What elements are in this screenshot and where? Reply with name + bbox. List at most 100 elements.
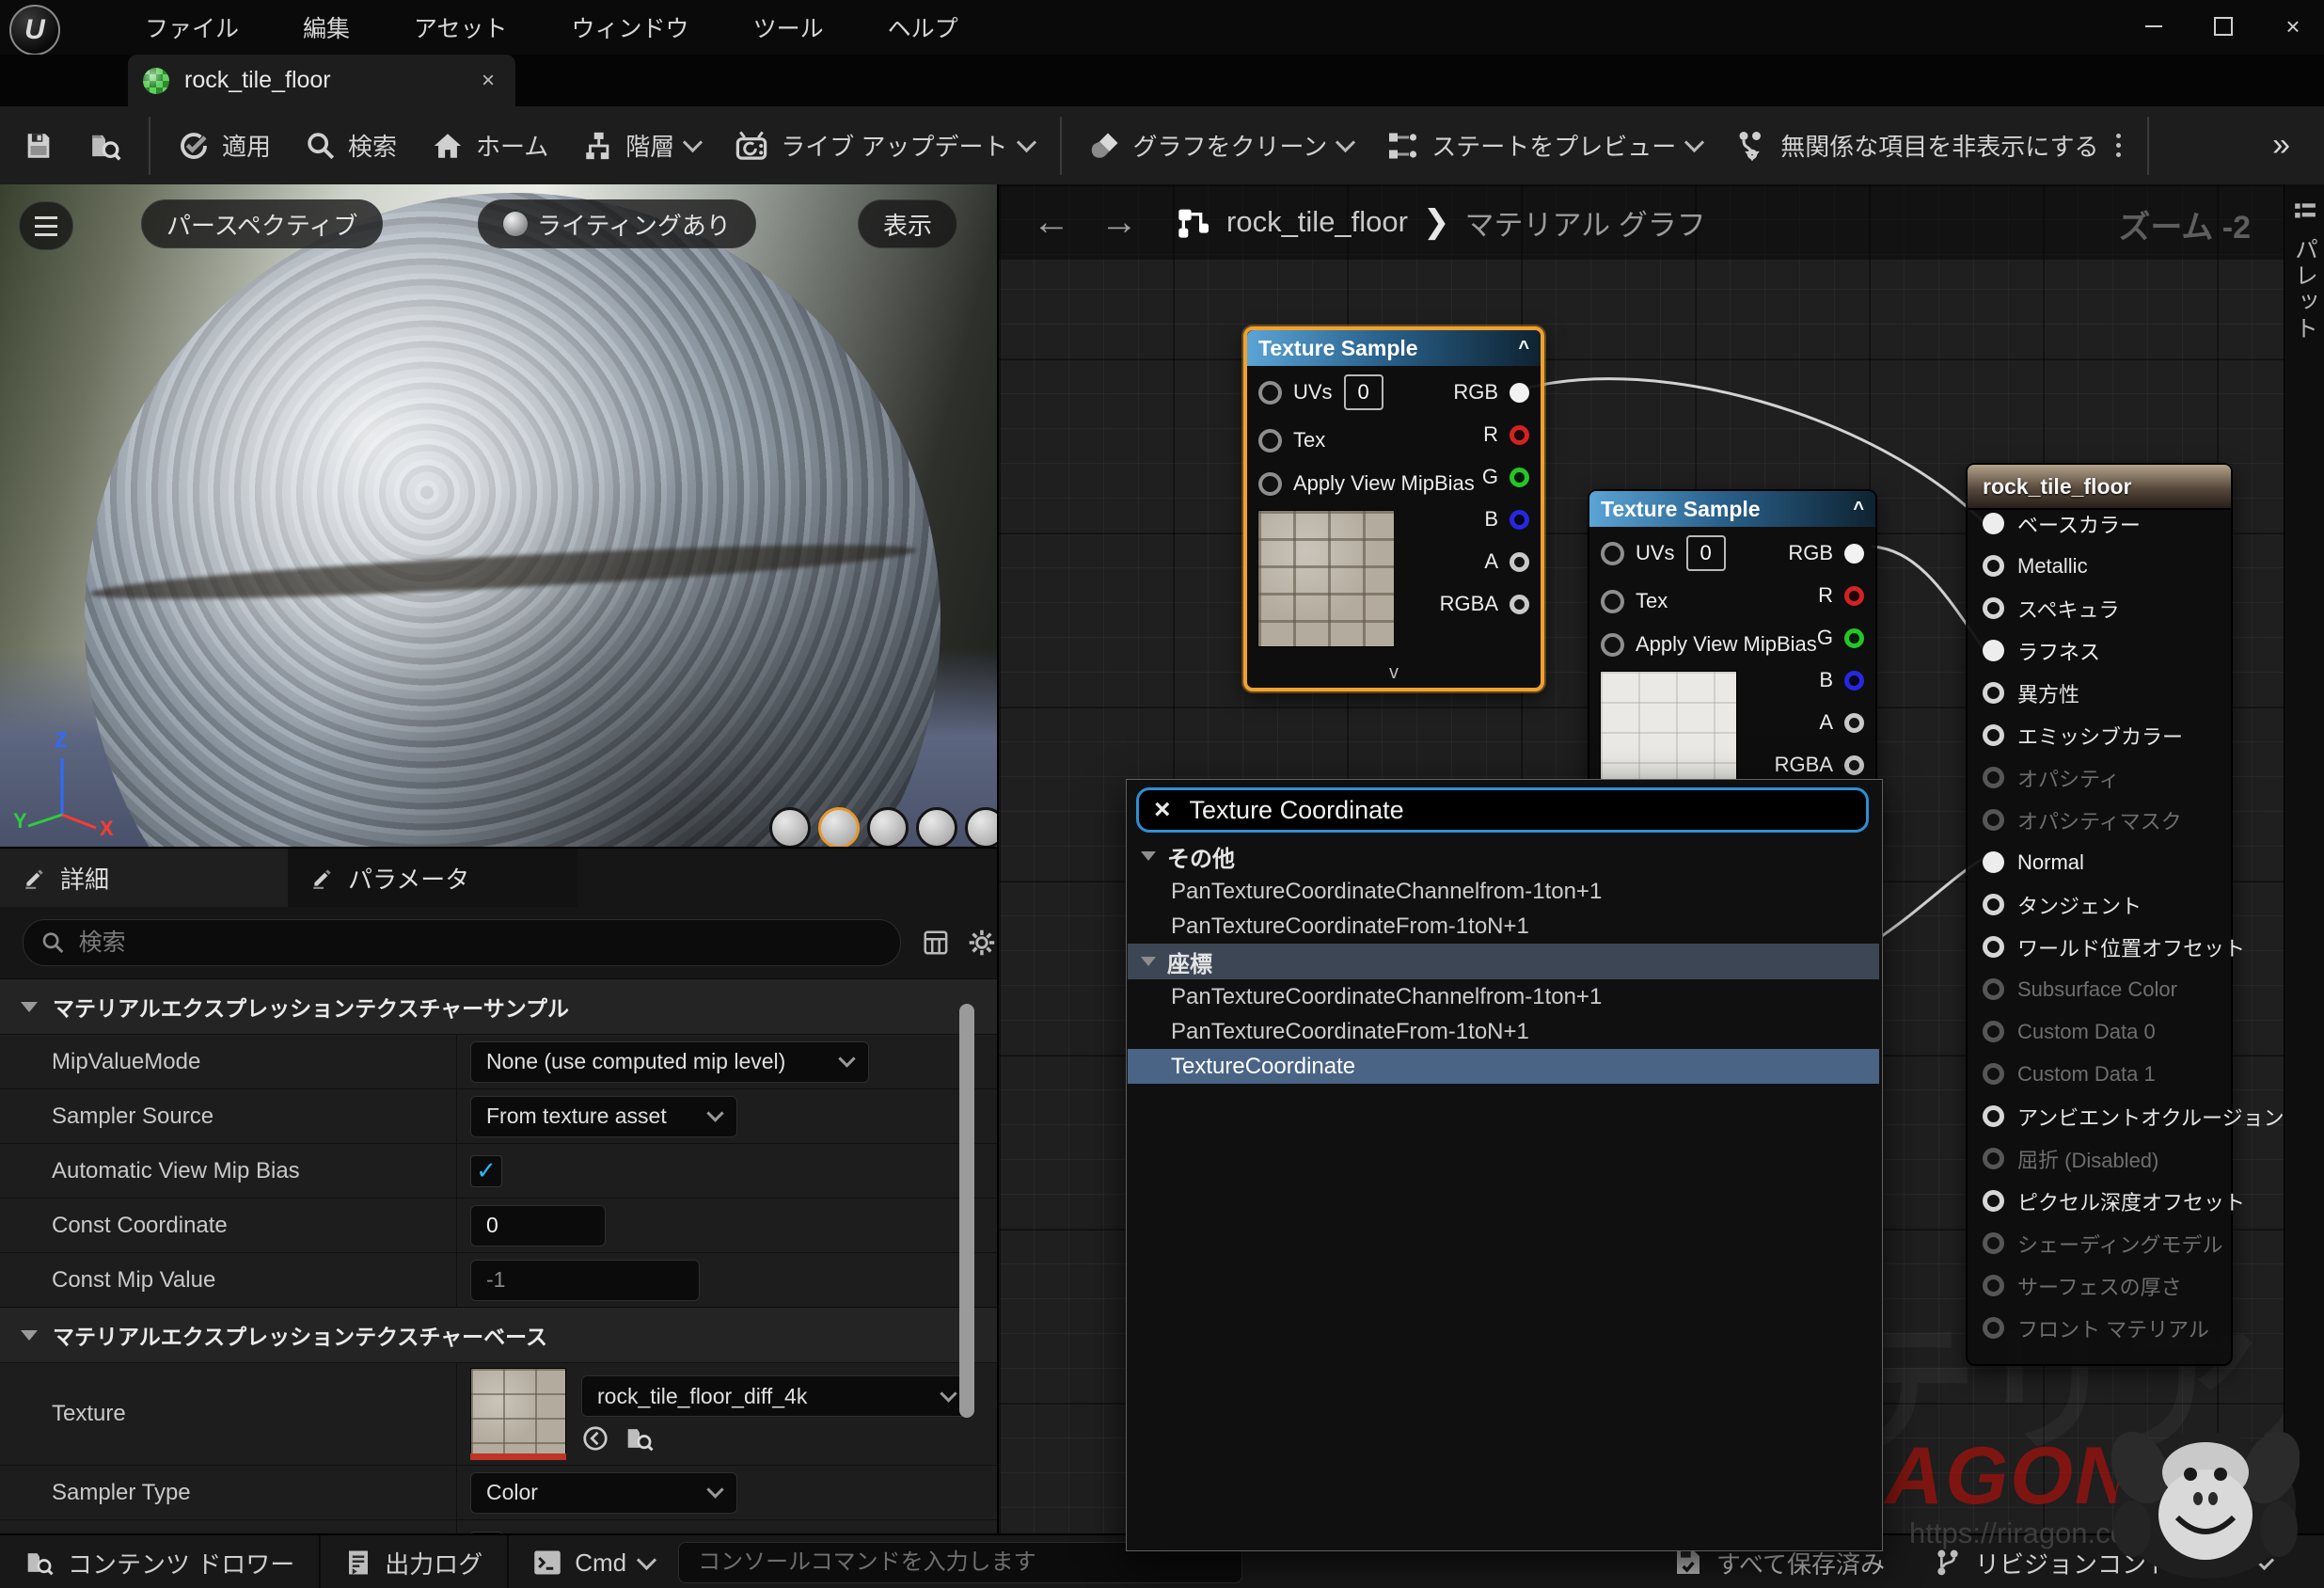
breadcrumb-asset[interactable]: rock_tile_floor [1226, 205, 1408, 239]
menu-edit[interactable]: 編集 [271, 0, 382, 55]
material-pin-roughness[interactable]: ラフネス [1983, 629, 2218, 672]
tab-close-icon[interactable]: × [482, 68, 495, 94]
list-item[interactable]: PanTextureCoordinateChannelfrom-1ton+1 [1128, 979, 1879, 1014]
hide-unrelated-button[interactable]: 無関係な項目を非表示にする [1718, 106, 2137, 184]
pin-rgb-out[interactable]: RGB [1788, 536, 1864, 570]
maximize-button[interactable] [2202, 8, 2245, 45]
pin-g-out[interactable]: G [1482, 460, 1529, 494]
details-search-box[interactable] [23, 919, 901, 966]
pin-a-out[interactable]: A [1484, 545, 1529, 579]
pin-g-out[interactable]: G [1817, 621, 1864, 655]
menu-file[interactable]: ファイル [113, 0, 271, 55]
collapse-icon[interactable]: ^ [1853, 499, 1864, 520]
viewport-menu-button[interactable] [19, 201, 73, 250]
list-item[interactable]: PanTextureCoordinateFrom-1toN+1 [1128, 909, 1879, 944]
pin-rgba-out[interactable]: RGBA [1440, 587, 1529, 621]
material-pin-base-color[interactable]: ベースカラー [1983, 502, 2218, 545]
material-pin-world-position-offset[interactable]: ワールド位置オフセット [1983, 926, 2218, 968]
material-pin-pixel-depth-offset[interactable]: ピクセル深度オフセット [1983, 1180, 2218, 1222]
material-pin-specular[interactable]: スペキュラ [1983, 587, 2218, 629]
close-button[interactable]: × [2271, 8, 2315, 45]
list-item[interactable]: PanTextureCoordinateFrom-1toN+1 [1128, 1014, 1879, 1049]
palette-side-tab[interactable]: パレット [2284, 184, 2324, 1533]
popup-search-field[interactable]: × [1136, 787, 1869, 833]
pin-uvs[interactable]: UVs 0 [1258, 375, 1383, 409]
pin-tex[interactable]: Tex [1601, 584, 1668, 618]
preview-viewport[interactable]: パースペクティブ ライティングあり 表示 Z Y X [0, 184, 997, 847]
pin-a-out[interactable]: A [1819, 706, 1864, 739]
pin-r-out[interactable]: R [1483, 418, 1529, 452]
sampler-source-dropdown[interactable]: From texture asset [470, 1096, 737, 1137]
tab-rock-tile-floor[interactable]: rock_tile_floor × [128, 55, 515, 106]
uvs-value-box[interactable]: 0 [1686, 535, 1726, 571]
unreal-logo-icon[interactable]: U [9, 5, 60, 56]
material-pin-ambient-occlusion[interactable]: アンビエントオクルージョン [1983, 1095, 2218, 1137]
shape-cylinder-button[interactable] [769, 807, 811, 847]
pin-b-out[interactable]: B [1819, 663, 1864, 697]
node-header[interactable]: Texture Sample ^ [1589, 491, 1875, 527]
const-coordinate-input[interactable]: 0 [470, 1205, 606, 1247]
section-texture-sample[interactable]: マテリアルエクスプレッションテクスチャーサンプル [0, 978, 997, 1034]
group-other[interactable]: その他 [1128, 838, 1879, 874]
display-filter-icon[interactable] [922, 929, 950, 957]
const-mip-value-input[interactable]: -1 [470, 1260, 700, 1301]
pin-apply-view-mipbias[interactable]: Apply View MipBias [1258, 467, 1475, 500]
menu-asset[interactable]: アセット [382, 0, 540, 55]
hierarchy-button[interactable]: 階層 [565, 106, 717, 184]
material-pin-tangent[interactable]: タンジェント [1983, 883, 2218, 926]
toolbar-overflow-button[interactable]: » [2255, 106, 2307, 184]
shape-plane-button[interactable] [867, 807, 909, 847]
node-header[interactable]: Texture Sample ^ [1247, 330, 1541, 366]
output-log-button[interactable]: 出力ログ [321, 1535, 509, 1588]
cmd-dropdown[interactable]: Cmd [509, 1535, 678, 1588]
save-button[interactable] [0, 106, 71, 184]
browse-to-asset-icon[interactable] [624, 1424, 655, 1453]
details-scrollbar[interactable] [959, 1004, 974, 1418]
pin-tex[interactable]: Tex [1258, 423, 1325, 457]
minimize-button[interactable] [2132, 8, 2175, 45]
tab-details[interactable]: 詳細 × [0, 849, 329, 907]
details-search-input[interactable] [77, 929, 884, 958]
shape-custom-mesh-button[interactable] [965, 807, 997, 847]
show-button[interactable]: 表示 [858, 199, 957, 248]
preview-state-button[interactable]: ステートをプレビュー [1369, 106, 1718, 184]
pin-r-out[interactable]: R [1818, 579, 1864, 612]
shape-sphere-button[interactable] [818, 807, 860, 847]
section-texture-base[interactable]: マテリアルエクスプレッションテクスチャーベース [0, 1307, 997, 1362]
live-update-button[interactable]: ライブ アップデート [717, 106, 1050, 184]
content-drawer-button[interactable]: コンテンツ ドロワー [0, 1535, 321, 1588]
tab-parameters[interactable]: パラメータ [288, 849, 577, 907]
clean-graph-button[interactable]: グラフをクリーン [1071, 106, 1370, 184]
home-button[interactable]: ホーム [414, 106, 565, 184]
menu-help[interactable]: ヘルプ [856, 0, 990, 55]
list-item[interactable]: PanTextureCoordinateChannelfrom-1ton+1 [1128, 874, 1879, 909]
nav-forward-button[interactable]: → [1085, 201, 1153, 244]
uvs-value-box[interactable]: 0 [1344, 374, 1383, 410]
node-material-output[interactable]: rock_tile_floor ベースカラー Metallic スペキュラ ラフ… [1966, 463, 2233, 1366]
browse-to-asset-button[interactable] [71, 106, 139, 184]
expand-icon[interactable]: v [1247, 662, 1541, 684]
material-pin-normal[interactable]: Normal [1983, 841, 2218, 883]
node-texture-sample-1[interactable]: Texture Sample ^ UVs 0 Tex Apply View Mi… [1243, 326, 1544, 691]
settings-gear-icon[interactable] [967, 928, 997, 958]
pin-uvs[interactable]: UVs 0 [1601, 536, 1726, 570]
menu-tools[interactable]: ツール [721, 0, 856, 55]
mip-value-mode-dropdown[interactable]: None (use computed mip level) [470, 1041, 869, 1083]
pin-rgb-out[interactable]: RGB [1453, 375, 1529, 409]
console-command-input[interactable] [696, 1548, 1225, 1577]
auto-view-mip-bias-checkbox[interactable]: ✓ [470, 1155, 502, 1187]
lit-mode-button[interactable]: ライティングあり [478, 199, 756, 248]
list-item-selected[interactable]: TextureCoordinate [1128, 1049, 1879, 1084]
pin-apply-view-mipbias[interactable]: Apply View MipBias [1601, 627, 1817, 661]
nav-back-button[interactable]: ← [1018, 201, 1085, 244]
menu-window[interactable]: ウィンドウ [540, 0, 721, 55]
popup-search-input[interactable] [1188, 795, 1851, 826]
collapse-icon[interactable]: ^ [1518, 338, 1529, 359]
material-pin-emissive[interactable]: エミッシブカラー [1983, 714, 2218, 756]
use-selected-asset-icon[interactable] [581, 1424, 609, 1453]
search-button[interactable]: 検索 [288, 106, 414, 184]
clear-search-icon[interactable]: × [1154, 794, 1171, 826]
texture-asset-thumbnail[interactable] [470, 1368, 566, 1460]
apply-button[interactable]: 適用 [160, 106, 288, 184]
sampler-type-dropdown[interactable]: Color [470, 1472, 737, 1514]
